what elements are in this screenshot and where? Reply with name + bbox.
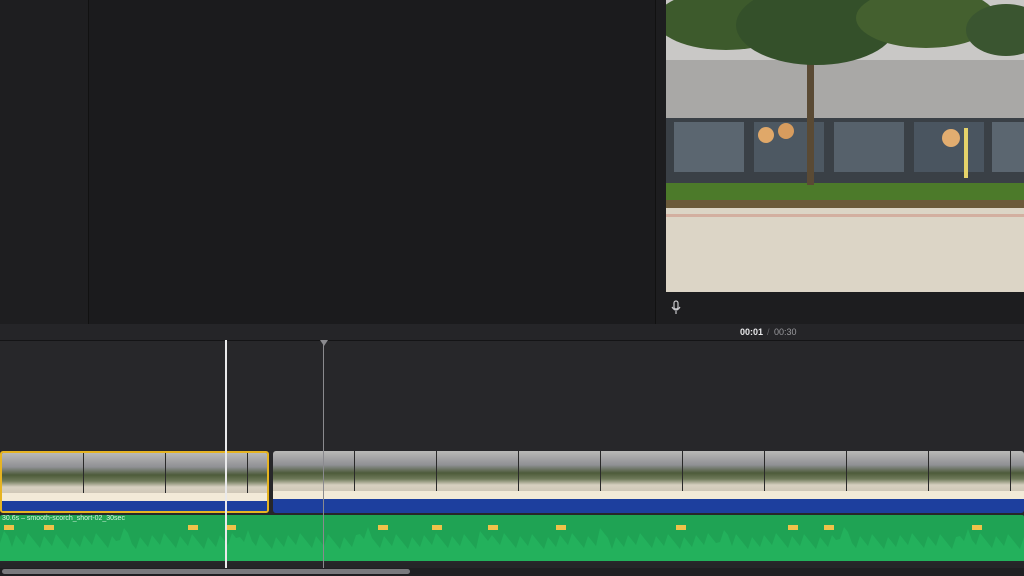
clip-thumbnail bbox=[2, 453, 84, 493]
timeline[interactable]: 00:01 / 00:30 30.6s – smooth-scorch_shor… bbox=[0, 324, 1024, 576]
clip-filmstrip-bar bbox=[2, 493, 267, 501]
timecode-display: 00:01 / 00:30 bbox=[0, 324, 1024, 340]
microphone-icon[interactable] bbox=[670, 300, 682, 316]
playhead[interactable] bbox=[225, 340, 227, 568]
scrollbar-thumb[interactable] bbox=[2, 569, 410, 574]
clip-thumbnail bbox=[166, 453, 248, 493]
clip-thumbnail bbox=[765, 451, 847, 491]
clip-thumbnail bbox=[847, 451, 929, 491]
clip-audio-strip bbox=[2, 501, 267, 511]
skimmer-marker bbox=[320, 340, 328, 346]
audio-clip-label: 30.6s – smooth-scorch_short-02_30sec bbox=[2, 515, 125, 522]
clip-thumbnails bbox=[273, 451, 1024, 491]
clip-filmstrip-bar bbox=[273, 491, 1024, 499]
total-duration: 00:30 bbox=[774, 327, 797, 337]
clip-audio-strip bbox=[273, 499, 1024, 513]
media-browser-pane bbox=[89, 0, 656, 324]
viewer-frame bbox=[666, 0, 1024, 292]
clip-thumbnail bbox=[84, 453, 166, 493]
video-track[interactable] bbox=[0, 451, 1024, 513]
clip-thumbnail bbox=[601, 451, 683, 491]
clip-thumbnail bbox=[929, 451, 1011, 491]
video-clip-selected[interactable] bbox=[0, 451, 269, 513]
audio-clip[interactable]: 30.6s – smooth-scorch_short-02_30sec bbox=[0, 515, 1024, 561]
clip-thumbnails bbox=[2, 453, 267, 493]
clip-thumbnail bbox=[1011, 451, 1024, 491]
clip-thumbnail bbox=[683, 451, 765, 491]
skimmer-line bbox=[323, 340, 324, 568]
libraries-pane bbox=[0, 0, 89, 324]
video-frame-image bbox=[666, 0, 1024, 292]
clip-thumbnail bbox=[355, 451, 437, 491]
current-time: 00:01 bbox=[740, 327, 764, 337]
clip-thumbnail bbox=[273, 451, 355, 491]
clip-thumbnail bbox=[248, 453, 267, 493]
viewer bbox=[656, 0, 1024, 324]
video-clip[interactable] bbox=[273, 451, 1024, 513]
clip-thumbnail bbox=[437, 451, 519, 491]
audio-waveform bbox=[0, 525, 1024, 561]
track-area[interactable]: 30.6s – smooth-scorch_short-02_30sec bbox=[0, 341, 1024, 563]
timecode-separator: / bbox=[767, 327, 770, 337]
clip-thumbnail bbox=[519, 451, 601, 491]
